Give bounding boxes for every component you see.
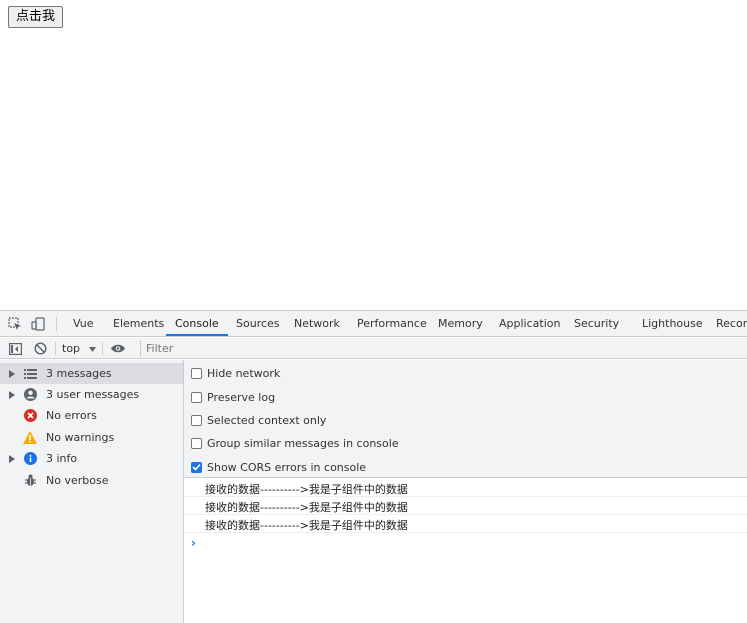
devtools-tabbar: Vue Elements Console Sources Network Per… [0,311,747,337]
setting-group-similar[interactable]: Group similar messages in console [191,436,399,450]
warning-icon [23,431,37,445]
console-toolbar: top [0,338,747,359]
checkmark-icon [192,463,201,471]
tab-security[interactable]: Security [573,311,620,336]
expand-arrow-icon[interactable] [9,369,17,378]
sidebar-item-label: No errors [46,409,97,422]
setting-label: Selected context only [207,413,327,427]
setting-label: Group similar messages in console [207,436,399,450]
sidebar-item-label: No verbose [46,474,109,487]
inspect-element-icon[interactable] [7,316,23,332]
selected-context-checkbox[interactable] [191,414,202,426]
sidebar-item-errors[interactable]: No errors [0,405,183,426]
live-expression-eye-icon[interactable] [109,341,127,356]
console-message-text: 接收的数据---------->我是子组件中的数据 [205,501,408,514]
toolbar-divider [55,342,56,355]
console-message: 接收的数据---------->我是子组件中的数据 [184,497,747,515]
sidebar-item-messages[interactable]: 3 messages [0,363,183,384]
setting-selected-context-only[interactable]: Selected context only [191,413,326,427]
filter-input[interactable] [140,340,747,357]
tab-network[interactable]: Network [293,311,341,336]
device-toolbar-icon[interactable] [30,316,46,332]
sidebar-item-label: No warnings [46,431,115,444]
tab-console[interactable]: Console [166,311,228,336]
user-icon [23,388,37,402]
clear-console-icon[interactable] [33,341,47,356]
console-message-text: 接收的数据---------->我是子组件中的数据 [205,519,408,532]
tab-sources[interactable]: Sources [235,311,281,336]
tab-elements[interactable]: Elements [112,311,165,336]
console-prompt-icon[interactable]: › [191,536,196,550]
tab-performance[interactable]: Performance [356,311,428,336]
sidebar-item-label: 3 messages [46,367,112,380]
info-icon [23,452,37,466]
setting-label: Hide network [207,366,281,380]
sidebar-item-label: 3 info [46,452,78,465]
bug-icon [23,474,37,488]
context-selector[interactable]: top [62,340,96,357]
devtools-panel: Vue Elements Console Sources Network Per… [0,310,747,623]
console-settings: Hide network Preserve log Selected conte… [184,360,747,478]
tab-application[interactable]: Application [498,311,561,336]
sidebar-toggle-icon[interactable] [8,341,22,356]
list-icon [23,367,37,381]
console-messages: 接收的数据---------->我是子组件中的数据 接收的数据---------… [184,479,747,623]
chevron-down-icon [88,341,96,358]
console-message: 接收的数据---------->我是子组件中的数据 [184,479,747,497]
setting-label: Preserve log [207,390,276,404]
setting-hide-network[interactable]: Hide network [191,366,280,380]
group-similar-checkbox[interactable] [191,437,202,449]
console-sidebar: 3 messages 3 user messages No errors No … [0,360,184,623]
console-message: 接收的数据---------->我是子组件中的数据 [184,515,747,533]
sidebar-item-user-messages[interactable]: 3 user messages [0,384,183,405]
click-me-button[interactable]: 点击我 [8,6,64,28]
show-cors-checkbox[interactable] [191,461,202,473]
context-selector-label: top [62,342,81,355]
setting-preserve-log[interactable]: Preserve log [191,390,275,404]
setting-label: Show CORS errors in console [207,460,367,474]
tab-recorder[interactable]: Record [715,311,747,336]
error-icon [23,409,37,423]
preserve-log-checkbox[interactable] [191,391,202,403]
sidebar-item-warnings[interactable]: No warnings [0,427,183,448]
sidebar-item-info[interactable]: 3 info [0,448,183,469]
sidebar-item-label: 3 user messages [46,388,140,401]
expand-arrow-icon[interactable] [9,454,17,463]
page-area: 点击我 [0,0,747,310]
tab-lighthouse[interactable]: Lighthouse [641,311,704,336]
tab-vue[interactable]: Vue [72,311,95,336]
tabbar-divider [56,317,57,331]
expand-arrow-icon[interactable] [9,390,17,399]
setting-show-cors-errors[interactable]: Show CORS errors in console [191,460,366,474]
toolbar-divider [102,342,103,355]
console-message-text: 接收的数据---------->我是子组件中的数据 [205,483,408,496]
hide-network-checkbox[interactable] [191,367,202,379]
sidebar-item-verbose[interactable]: No verbose [0,470,183,491]
tab-memory[interactable]: Memory [437,311,484,336]
